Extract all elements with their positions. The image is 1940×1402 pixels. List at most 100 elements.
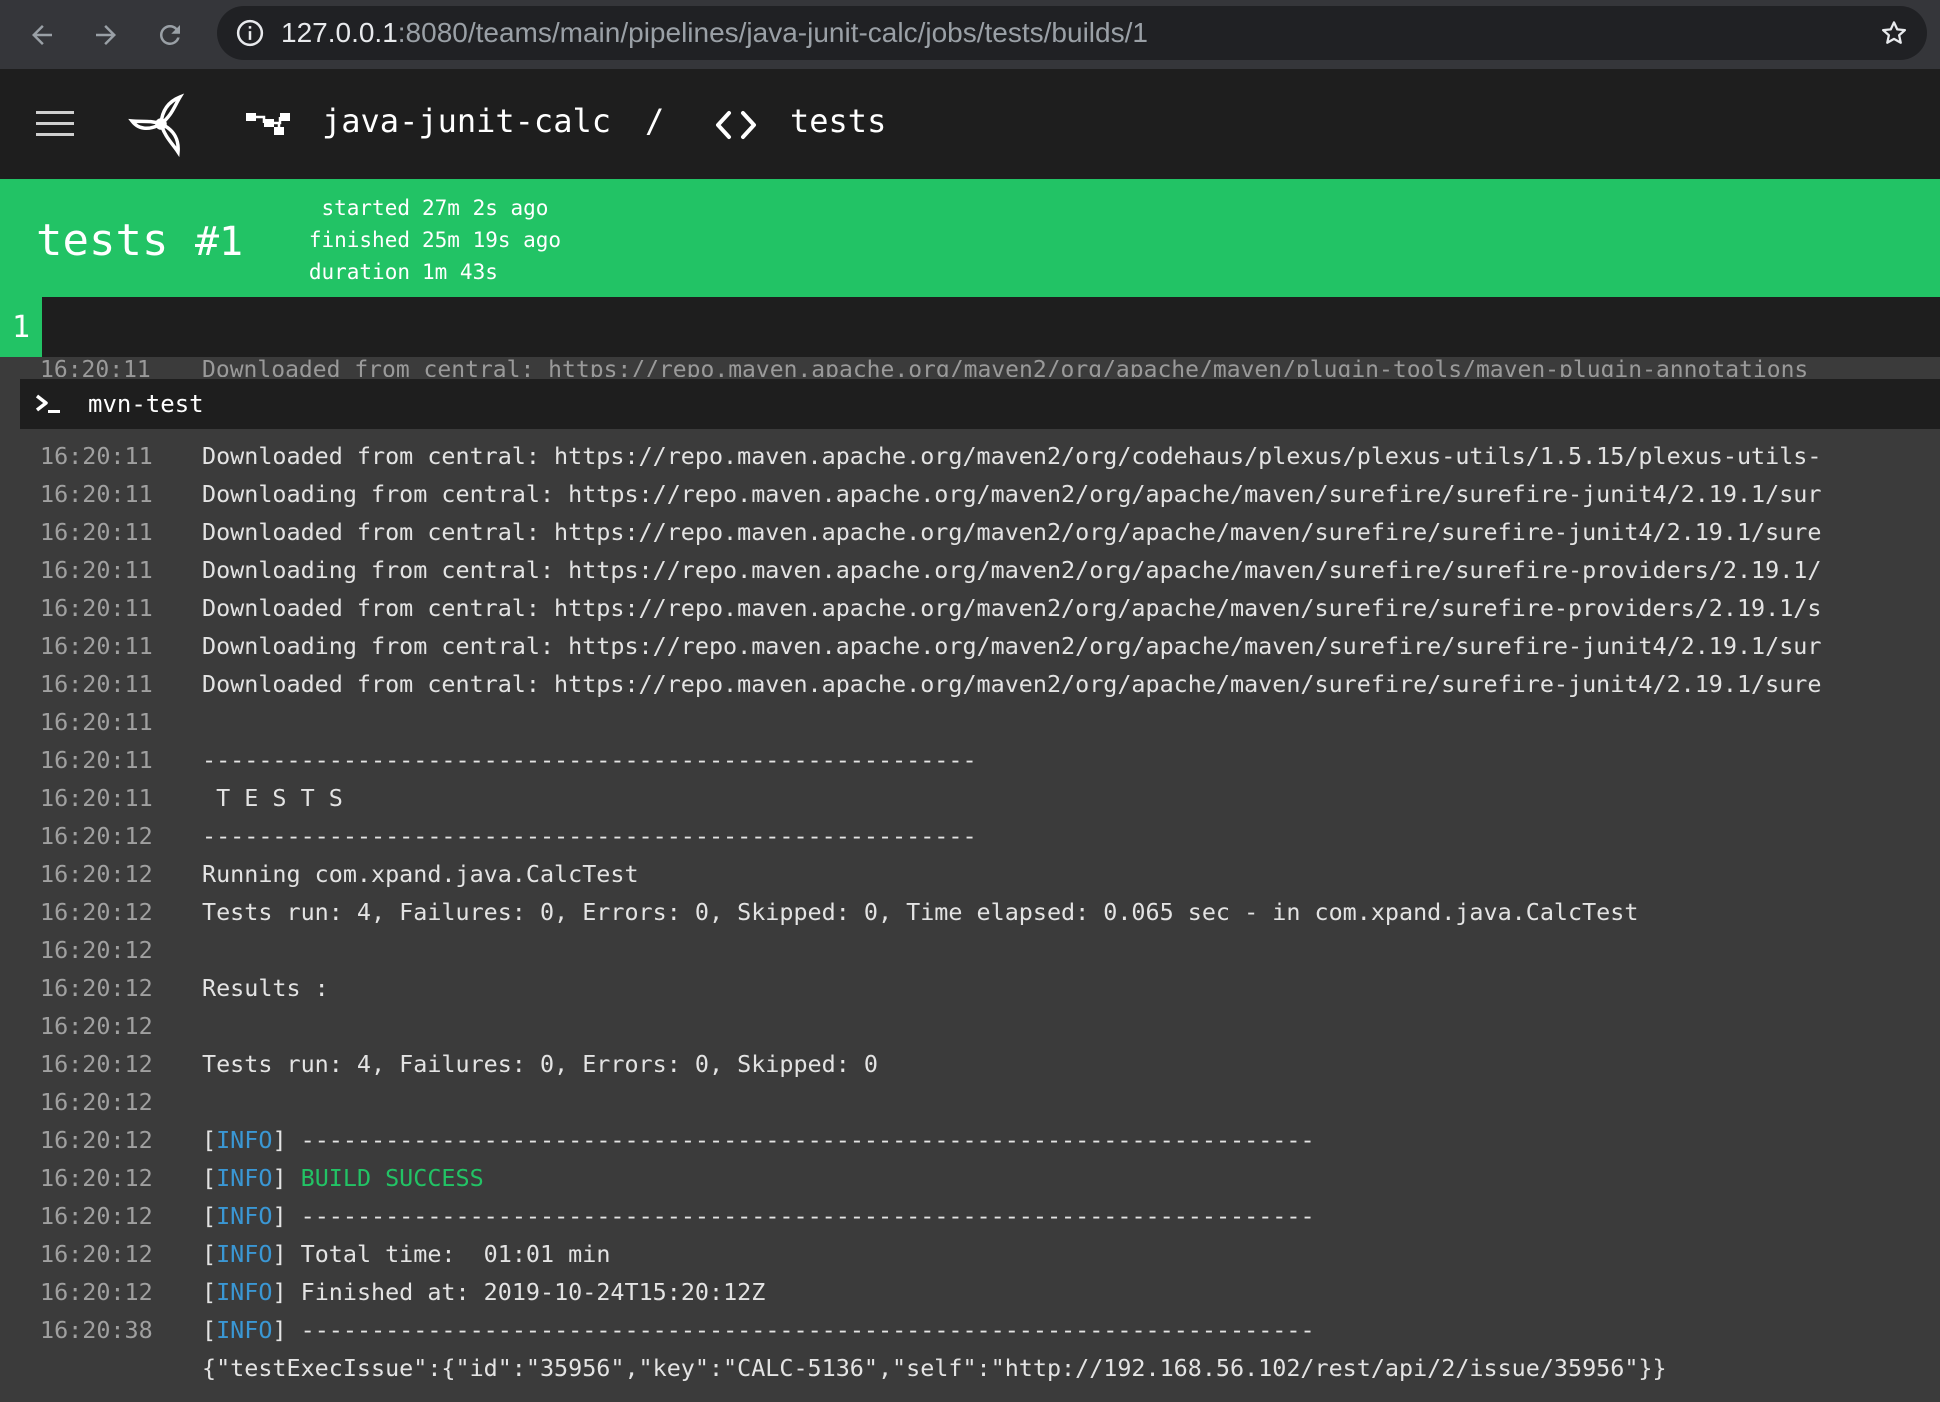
log-line: 16:20:12 [INFO] -------------------------…: [40, 1121, 1821, 1159]
log-timestamp: 16:20:12: [40, 1050, 153, 1078]
build-job-name: tests: [36, 215, 169, 266]
log-line: 16:20:11 Downloaded from central: https:/…: [40, 513, 1821, 551]
log-timestamp: 16:20:11: [40, 632, 153, 660]
log-line: 16:20:12 [INFO] Total time: 01:01 min: [40, 1235, 1821, 1273]
log-line: 16:20:11 Downloaded from central: https:/…: [40, 437, 1821, 475]
log-info-tag: INFO: [216, 1126, 273, 1154]
reload-button[interactable]: [138, 0, 202, 69]
concourse-logo-icon[interactable]: [128, 91, 194, 157]
build-success-text: BUILD SUCCESS: [300, 1164, 484, 1192]
url-text[interactable]: 127.0.0.1:8080/teams/main/pipelines/java…: [281, 17, 1148, 49]
log-line: 16:20:12 [INFO] -------------------------…: [40, 1197, 1821, 1235]
log-message: ----------------------------------------…: [202, 817, 977, 855]
log-info-tag: INFO: [216, 1240, 273, 1268]
log-message: [INFO] ---------------------------------…: [202, 1126, 1315, 1154]
log-timestamp: 16:20:38: [40, 1316, 153, 1344]
log-text: Total time: 01:01 min: [300, 1240, 611, 1268]
step-name: mvn-test: [88, 390, 204, 418]
log-text: Downloading from central: https://repo.m…: [202, 632, 1822, 660]
log-text: {"testExecIssue":{"id":"35956","key":"CA…: [202, 1354, 1667, 1382]
meta-started: started 27m 2s ago: [321, 196, 549, 220]
log-message: ----------------------------------------…: [202, 741, 977, 779]
meta-finished: finished 25m 19s ago: [308, 228, 562, 252]
log-info-tag: INFO: [216, 1202, 273, 1230]
log-message: Downloaded from central: https://repo.ma…: [202, 589, 1821, 627]
url-path: :8080/teams/main/pipelines/java-junit-ca…: [397, 17, 1148, 48]
back-button[interactable]: [10, 0, 74, 69]
log-text: Finished at: 2019-10-24T15:20:12Z: [300, 1278, 766, 1306]
log-line: 16:20:12: [40, 931, 1821, 969]
breadcrumb-job[interactable]: tests: [790, 102, 886, 140]
log-message: [INFO] ---------------------------------…: [202, 1316, 1315, 1344]
log-timestamp: 16:20:12: [40, 860, 153, 888]
log-text: ----------------------------------------…: [202, 822, 977, 850]
log-line: 16:20:11 Downloading from central: https:…: [40, 627, 1821, 665]
log-line: 16:20:12 Running com.xpand.java.CalcTest: [40, 855, 1821, 893]
forward-button[interactable]: [74, 0, 138, 69]
log-timestamp: 16:20:11: [40, 708, 153, 736]
breadcrumb-separator: /: [645, 102, 665, 140]
app-header: java-junit-calc / tests: [0, 69, 1940, 179]
log-text: ----------------------------------------…: [300, 1126, 1315, 1154]
log-timestamp: 16:20:12: [40, 936, 153, 964]
log-line: 16:20:12 [INFO] BUILD SUCCESS: [40, 1159, 1821, 1197]
log-timestamp: 16:20:11: [40, 556, 153, 584]
log-message: Downloaded from central: https://repo.ma…: [202, 513, 1821, 551]
step-header-mvn-test[interactable]: mvn-test: [20, 379, 1940, 429]
log-timestamp: 16:20:12: [40, 822, 153, 850]
log-text: Downloading from central: https://repo.m…: [202, 556, 1822, 584]
build-tab-1[interactable]: 1: [0, 297, 42, 357]
log-message: Tests run: 4, Failures: 0, Errors: 0, Sk…: [202, 1045, 878, 1083]
log-info-tag: INFO: [216, 1164, 273, 1192]
log-text: Downloading from central: https://repo.m…: [202, 480, 1822, 508]
log-line: 16:20:11 Downloaded from central: https:/…: [40, 665, 1821, 703]
log-timestamp: 16:20:11: [40, 594, 153, 622]
log-timestamp: 16:20:12: [40, 898, 153, 926]
log-text: ----------------------------------------…: [300, 1202, 1315, 1230]
build-tabs: 1: [0, 297, 1940, 357]
address-bar[interactable]: 127.0.0.1:8080/teams/main/pipelines/java…: [217, 6, 1927, 60]
log-line: 16:20:11 Downloading from central: https:…: [40, 475, 1821, 513]
log-timestamp: [40, 1349, 202, 1387]
log-timestamp: 16:20:11: [40, 480, 153, 508]
star-icon[interactable]: [1879, 18, 1909, 48]
log-message: {"testExecIssue":{"id":"35956","key":"CA…: [202, 1349, 1667, 1387]
job-icon: [716, 111, 756, 139]
log-message: T E S T S: [202, 779, 343, 817]
log-line: 16:20:11 Downloaded from central: https:/…: [40, 589, 1821, 627]
log-line: 16:20:12 Tests run: 4, Failures: 0, Error…: [40, 1045, 1821, 1083]
log-timestamp: 16:20:12: [40, 1240, 153, 1268]
log-line: 16:20:12 [INFO] Finished at: 2019-10-24T1…: [40, 1273, 1821, 1311]
build-log[interactable]: 16:20:11 Downloaded from central: https:/…: [0, 357, 1940, 1402]
reload-icon: [159, 24, 180, 45]
log-line-partial: 16:20:11 Downloaded from central: https:/…: [40, 357, 1809, 377]
log-timestamp: 16:20:12: [40, 1126, 153, 1154]
hamburger-menu-icon[interactable]: [36, 109, 74, 139]
build-meta: started 27m 2s ago finished 25m 19s ago du…: [286, 192, 561, 288]
info-icon[interactable]: [235, 18, 265, 48]
log-text: Results :: [202, 974, 329, 1002]
log-timestamp: 16:20:12: [40, 1164, 153, 1192]
log-text: T E S T S: [202, 784, 343, 812]
log-message: Tests run: 4, Failures: 0, Errors: 0, Sk…: [202, 893, 1638, 931]
log-message: Downloading from central: https://repo.m…: [202, 475, 1821, 513]
log-message: [INFO] BUILD SUCCESS: [202, 1164, 484, 1192]
log-timestamp: 16:20:11: [40, 784, 153, 812]
log-line: 16:20:11: [40, 703, 1821, 741]
log-timestamp: 16:20:12: [40, 974, 153, 1002]
log-text: Tests run: 4, Failures: 0, Errors: 0, Sk…: [202, 1050, 878, 1078]
log-message: [INFO] Total time: 01:01 min: [202, 1240, 611, 1268]
terminal-icon: [35, 394, 60, 413]
log-timestamp: 16:20:12: [40, 1278, 153, 1306]
log-lines: 16:20:11 Downloaded from central: https:/…: [40, 437, 1821, 1387]
log-message: Downloaded from central: https://repo.ma…: [202, 437, 1821, 475]
log-timestamp: 16:20:11: [40, 746, 153, 774]
breadcrumb-pipeline[interactable]: java-junit-calc: [322, 102, 611, 140]
log-line: 16:20:12: [40, 1083, 1821, 1121]
log-message: Downloading from central: https://repo.m…: [202, 627, 1821, 665]
log-line: 16:20:12 --------------------------------…: [40, 817, 1821, 855]
log-timestamp: 16:20:12: [40, 1012, 153, 1040]
log-line: 16:20:38 [INFO] -------------------------…: [40, 1311, 1821, 1349]
log-info-tag: INFO: [216, 1316, 273, 1344]
log-text: ----------------------------------------…: [202, 746, 977, 774]
